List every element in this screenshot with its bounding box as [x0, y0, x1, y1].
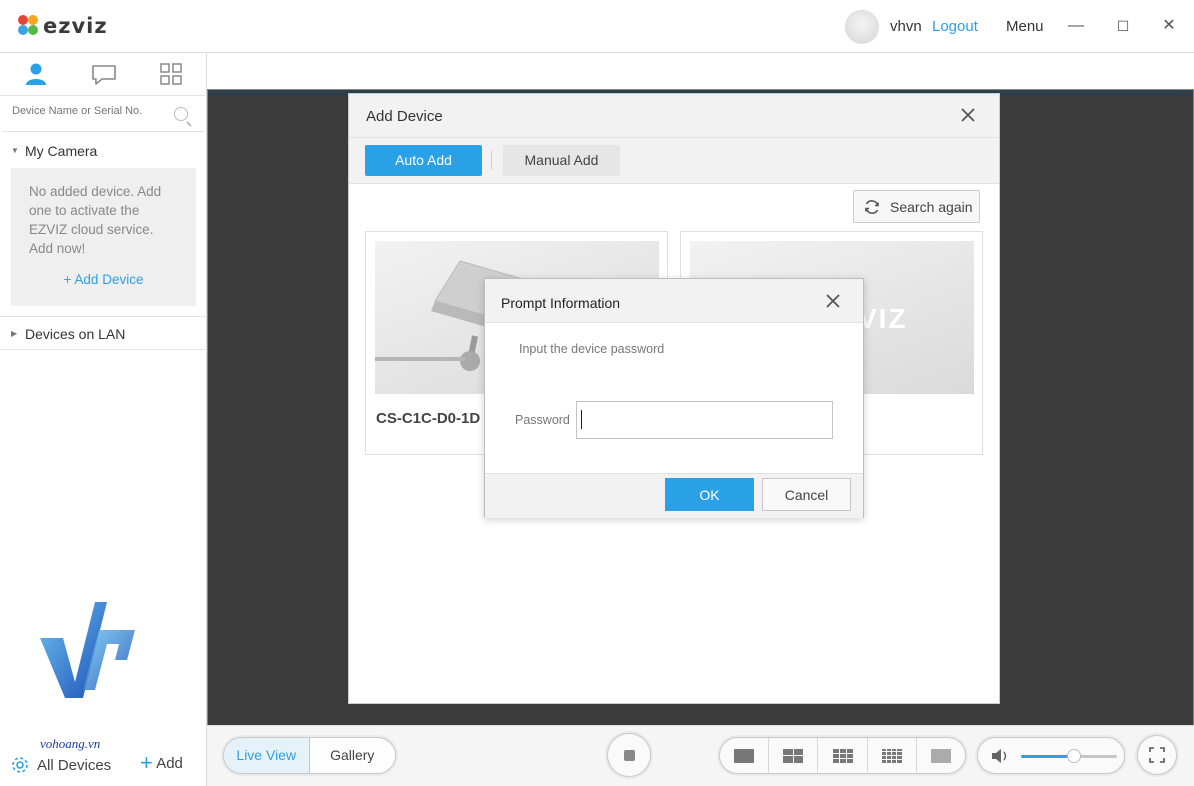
vohoang-watermark-logo: [40, 602, 135, 698]
stop-record-button[interactable]: [607, 733, 651, 777]
logo-text: ezviz: [43, 14, 108, 38]
prompt-information-dialog: Prompt Information Input the device pass…: [484, 278, 864, 518]
device-model-name: CS-C1C-D0-1D: [376, 410, 481, 427]
password-field[interactable]: [576, 401, 833, 439]
gallery-tab[interactable]: Gallery: [310, 738, 396, 773]
search-again-button[interactable]: Search again: [853, 190, 980, 223]
add-device-dialog-header: Add Device: [349, 94, 999, 138]
devices-on-lan-group[interactable]: ▶ Devices on LAN: [0, 316, 206, 350]
fullscreen-icon: [1149, 747, 1165, 763]
maximize-icon[interactable]: ☐: [1112, 14, 1134, 38]
layout-selector: [719, 737, 966, 774]
search-icon[interactable]: [174, 107, 188, 121]
caret-right-icon: ▶: [11, 329, 18, 338]
add-button[interactable]: + Add: [140, 752, 183, 774]
plus-icon: +: [140, 750, 153, 775]
layout-1x1-button[interactable]: [720, 738, 770, 773]
search-again-label: Search again: [890, 199, 973, 215]
volume-slider[interactable]: [1021, 749, 1117, 763]
add-label: Add: [156, 755, 183, 772]
prompt-footer: OK Cancel: [485, 473, 863, 518]
auto-add-tab[interactable]: Auto Add: [365, 145, 482, 176]
volume-fill: [1021, 755, 1074, 758]
speaker-icon[interactable]: [990, 747, 1012, 765]
placeholder-logo-text: VIZ: [858, 303, 908, 334]
ezviz-logo: ezviz: [18, 14, 108, 38]
layout-2x2-button[interactable]: [769, 738, 819, 773]
add-device-tabs: Auto Add Manual Add: [349, 138, 999, 184]
ezviz-logo-icon: [18, 15, 40, 37]
sidebar: ▼ My Camera No added device. Add one to …: [0, 53, 207, 786]
add-device-link[interactable]: + Add Device: [29, 270, 178, 289]
device-search-input[interactable]: [12, 105, 162, 117]
manual-add-tab[interactable]: Manual Add: [503, 145, 620, 176]
menu-button[interactable]: Menu: [1006, 18, 1044, 35]
person-icon[interactable]: [22, 61, 50, 87]
add-device-title: Add Device: [366, 108, 443, 125]
layout-4x4-button[interactable]: [868, 738, 917, 773]
close-icon[interactable]: [959, 106, 977, 124]
caret-down-icon: ▼: [11, 146, 19, 155]
bottom-toolbar: Live View Gallery: [207, 725, 1194, 786]
prompt-header: Prompt Information: [485, 279, 863, 323]
my-camera-label: My Camera: [25, 143, 98, 159]
view-mode-toggle: Live View Gallery: [223, 737, 396, 774]
volume-knob[interactable]: [1066, 749, 1081, 763]
sidebar-tabs: [0, 53, 206, 96]
empty-device-message: No added device. Add one to activate the…: [29, 184, 162, 256]
username: vhvn: [890, 18, 922, 35]
empty-device-notice: No added device. Add one to activate the…: [11, 168, 196, 306]
volume-control: [977, 737, 1125, 774]
prompt-title: Prompt Information: [501, 295, 621, 311]
devices-on-lan-label: Devices on LAN: [25, 326, 126, 342]
password-hint: Input the device password: [519, 342, 665, 356]
logout-link[interactable]: Logout: [932, 18, 978, 35]
layout-5x5-button[interactable]: [917, 738, 965, 773]
my-camera-group[interactable]: ▼ My Camera: [0, 134, 206, 168]
sidebar-footer: All Devices + Add: [0, 742, 206, 786]
all-devices-label: All Devices: [37, 756, 112, 774]
main-toolbar-strip: [207, 53, 1194, 90]
minimize-icon[interactable]: —: [1065, 14, 1087, 38]
text-caret: [581, 410, 582, 429]
cancel-button[interactable]: Cancel: [762, 478, 851, 511]
device-search: [2, 96, 204, 132]
title-bar: ezviz vhvn Logout Menu — ☐ ✕: [0, 0, 1194, 53]
ok-button[interactable]: OK: [665, 478, 754, 511]
refresh-icon: [865, 200, 879, 214]
password-label: Password: [515, 413, 570, 427]
live-view-tab[interactable]: Live View: [224, 738, 310, 773]
tab-divider: [491, 151, 492, 170]
gear-icon: [12, 757, 28, 773]
fullscreen-button[interactable]: [1137, 735, 1177, 775]
grid-icon[interactable]: [157, 61, 185, 87]
close-window-icon[interactable]: ✕: [1158, 14, 1180, 38]
all-devices-button[interactable]: All Devices: [10, 755, 111, 775]
close-icon[interactable]: [825, 293, 841, 309]
layout-3x3-button[interactable]: [818, 738, 868, 773]
avatar[interactable]: [845, 10, 879, 44]
chat-bubble-icon[interactable]: [90, 61, 118, 87]
